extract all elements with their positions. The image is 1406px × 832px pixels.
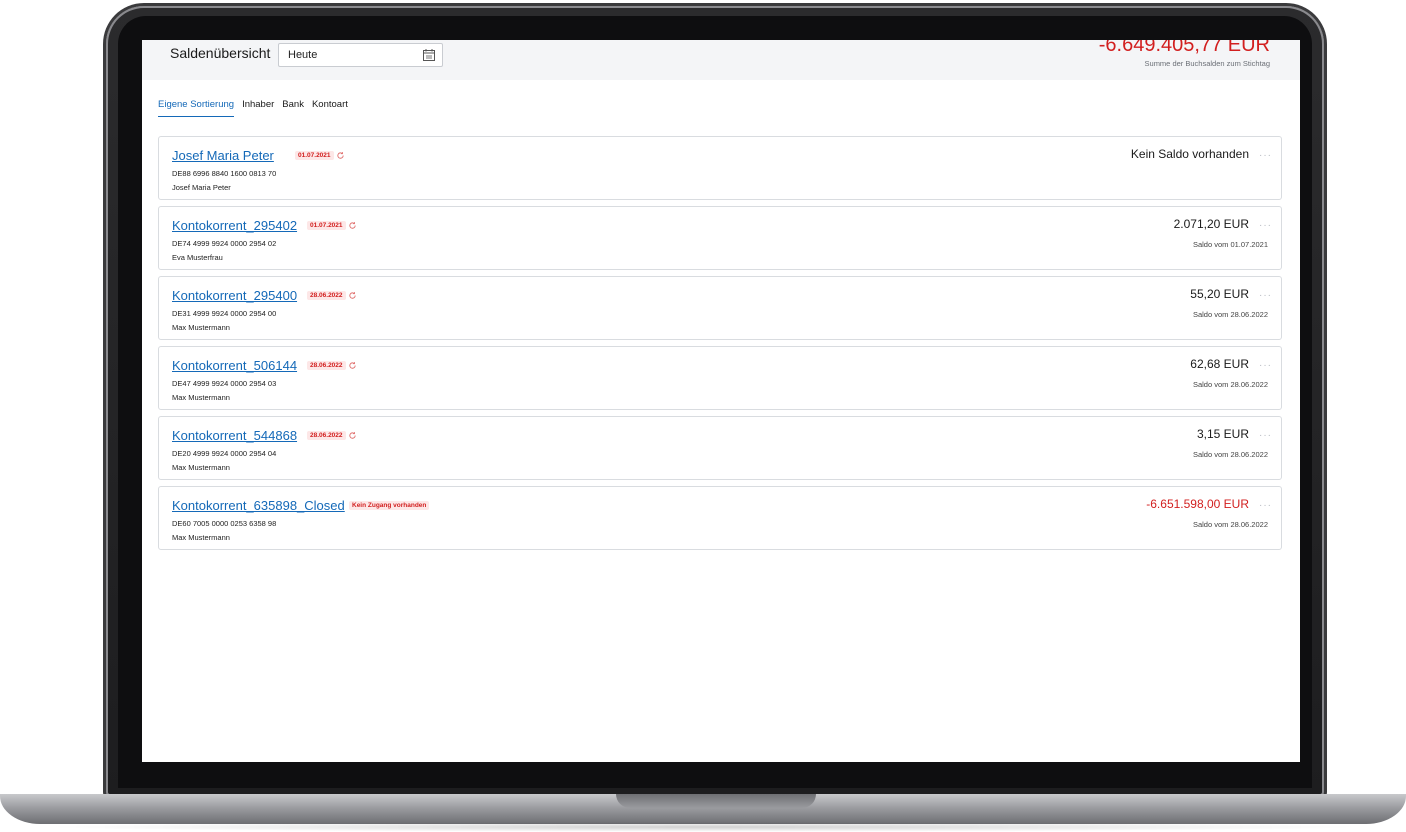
account-card: Kontokorrent_295402 01.07.2021 DE74 4999… <box>158 206 1282 270</box>
tab-bank[interactable]: Bank <box>282 99 304 117</box>
date-select[interactable]: Heute <box>278 43 443 67</box>
sort-tabs: Eigene Sortierung Inhaber Bank Kontoart <box>158 99 348 117</box>
refresh-icon[interactable] <box>348 431 357 440</box>
laptop-shadow <box>40 822 1366 832</box>
account-name-link[interactable]: Kontokorrent_506144 <box>172 358 297 373</box>
account-owner: Eva Musterfrau <box>172 253 223 262</box>
account-iban: DE47 4999 9924 0000 2954 03 <box>172 379 277 388</box>
date-select-value: Heute <box>288 49 318 61</box>
account-card: Kontokorrent_295400 28.06.2022 DE31 4999… <box>158 276 1282 340</box>
account-card: Kontokorrent_506144 28.06.2022 DE47 4999… <box>158 346 1282 410</box>
refresh-icon[interactable] <box>336 151 345 160</box>
more-dots-icon[interactable]: ··· <box>1259 290 1272 301</box>
account-list: Josef Maria Peter 01.07.2021 DE88 6996 8… <box>158 136 1282 556</box>
page-title: Saldenübersicht <box>170 45 271 61</box>
account-card: Josef Maria Peter 01.07.2021 DE88 6996 8… <box>158 136 1282 200</box>
account-iban: DE88 6996 8840 1600 0813 70 <box>172 169 277 178</box>
tab-kontoart[interactable]: Kontoart <box>312 99 348 117</box>
tab-inhaber[interactable]: Inhaber <box>242 99 274 117</box>
account-iban: DE31 4999 9924 0000 2954 00 <box>172 309 277 318</box>
access-status-badge: Kein Zugang vorhanden <box>349 501 430 510</box>
account-date-badge: 28.06.2022 <box>307 291 346 300</box>
account-date-badge: 01.07.2021 <box>307 221 346 230</box>
account-iban: DE74 4999 9924 0000 2954 02 <box>172 239 277 248</box>
header-bar: Saldenübersicht Heute -6.649.405,77 EUR … <box>142 40 1300 80</box>
account-owner: Max Mustermann <box>172 533 230 542</box>
account-owner: Max Mustermann <box>172 393 230 402</box>
screen: Saldenübersicht Heute -6.649.405,77 EUR … <box>142 40 1300 762</box>
account-card: Kontokorrent_635898_Closed Kein Zugang v… <box>158 486 1282 550</box>
account-owner: Max Mustermann <box>172 323 230 332</box>
account-balance: 3,15 EUR <box>1196 427 1249 441</box>
account-iban: DE60 7005 0000 0253 6358 98 <box>172 519 277 528</box>
total-balance: -6.649.405,77 EUR <box>1098 40 1270 56</box>
more-dots-icon[interactable]: ··· <box>1259 150 1272 161</box>
account-balance: 62,68 EUR <box>1190 357 1249 371</box>
account-iban: DE20 4999 9924 0000 2954 04 <box>172 449 277 458</box>
account-date-badge: 01.07.2021 <box>295 151 334 160</box>
refresh-icon[interactable] <box>348 291 357 300</box>
account-balance-date: Saldo vom 28.06.2022 <box>1192 310 1268 319</box>
account-balance-date: Saldo vom 28.06.2022 <box>1192 380 1268 389</box>
refresh-icon[interactable] <box>348 361 357 370</box>
account-name-link[interactable]: Kontokorrent_635898_Closed <box>172 498 345 513</box>
account-balance: 2.071,20 EUR <box>1173 217 1249 231</box>
account-owner: Max Mustermann <box>172 463 230 472</box>
more-dots-icon[interactable]: ··· <box>1259 500 1272 511</box>
account-balance: Kein Saldo vorhanden <box>1130 147 1249 161</box>
account-name-link[interactable]: Kontokorrent_295402 <box>172 218 297 233</box>
account-name-link[interactable]: Josef Maria Peter <box>172 148 274 163</box>
more-dots-icon[interactable]: ··· <box>1259 430 1272 441</box>
tab-eigene-sortierung[interactable]: Eigene Sortierung <box>158 99 235 117</box>
account-balance-date: Saldo vom 01.07.2021 <box>1192 240 1268 249</box>
total-balance-caption: Summe der Buchsalden zum Stichtag <box>1144 59 1270 68</box>
account-card: Kontokorrent_544868 28.06.2022 DE20 4999… <box>158 416 1282 480</box>
refresh-icon[interactable] <box>348 221 357 230</box>
more-dots-icon[interactable]: ··· <box>1259 360 1272 371</box>
calendar-icon[interactable] <box>422 48 436 62</box>
account-date-badge: 28.06.2022 <box>307 431 346 440</box>
account-balance-date: Saldo vom 28.06.2022 <box>1192 520 1268 529</box>
account-balance: 55,20 EUR <box>1190 287 1249 301</box>
account-name-link[interactable]: Kontokorrent_544868 <box>172 428 297 443</box>
account-balance-date: Saldo vom 28.06.2022 <box>1192 450 1268 459</box>
account-name-link[interactable]: Kontokorrent_295400 <box>172 288 297 303</box>
account-owner: Josef Maria Peter <box>172 183 231 192</box>
laptop-base-notch <box>616 794 816 808</box>
account-balance: -6.651.598,00 EUR <box>1146 497 1249 511</box>
more-dots-icon[interactable]: ··· <box>1259 220 1272 231</box>
account-date-badge: 28.06.2022 <box>307 361 346 370</box>
